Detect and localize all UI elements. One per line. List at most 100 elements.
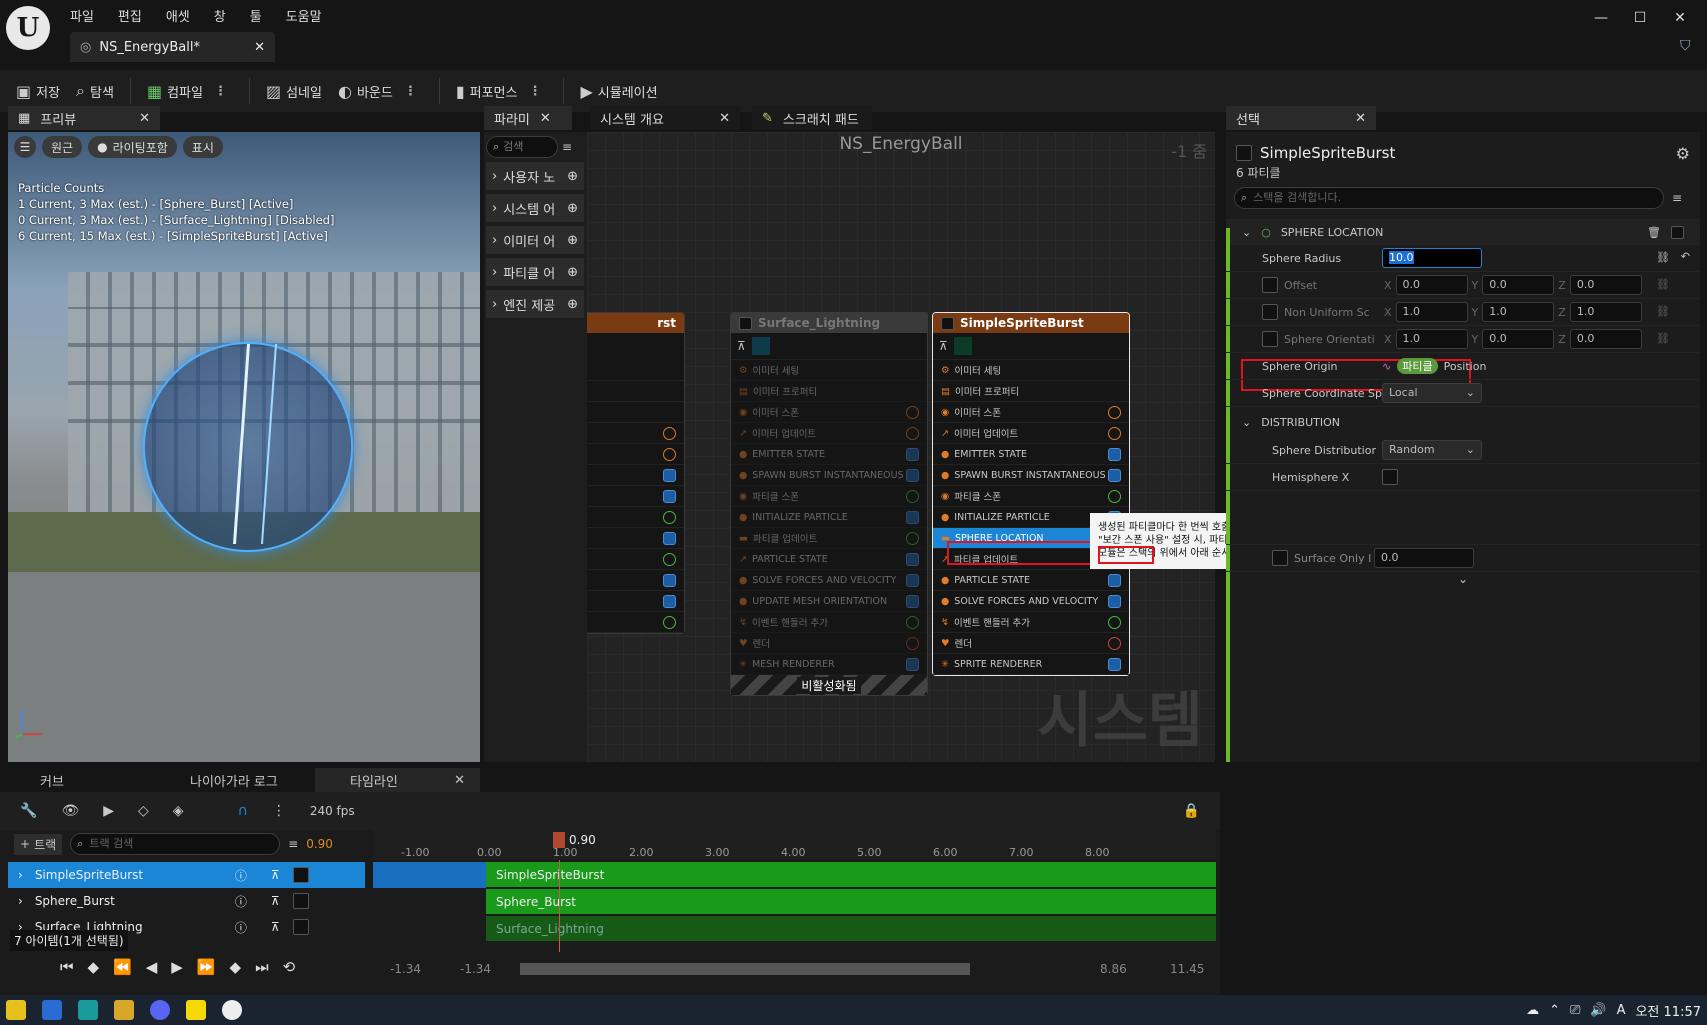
enable-checkbox[interactable] (906, 658, 919, 671)
menu-item[interactable]: 창 (214, 6, 226, 25)
vector-input[interactable]: 0.0 (1395, 275, 1468, 295)
sphere-radius-input[interactable]: 10.0 (1382, 248, 1482, 268)
chevron-right-icon[interactable]: › (18, 868, 23, 882)
stack-row[interactable] (587, 591, 684, 612)
vector-input[interactable]: 0.0 (1569, 275, 1642, 295)
add-icon[interactable]: ⊕ (567, 201, 578, 216)
sphere-location-header[interactable]: ⌄ ○ SPHERE LOCATION 🗑 (1226, 219, 1700, 245)
close-tab-icon[interactable]: ✕ (254, 40, 265, 55)
loop-icon[interactable]: ⟲ (283, 958, 296, 976)
enable-checkbox[interactable] (1108, 574, 1121, 587)
vector-input[interactable]: 0.0 (1569, 329, 1642, 349)
add-module-icon[interactable] (906, 490, 919, 503)
stack-row[interactable]: E (587, 528, 684, 549)
emitter-node-sphere-burst[interactable]: rst INSTANTANEOUS TICLE EAND VELOCITY R (587, 312, 685, 634)
eye-icon[interactable]: 👁 (61, 803, 79, 819)
vector-input[interactable]: 1.0 (1569, 302, 1642, 322)
stack-row[interactable]: ● PARTICLE STATE (933, 570, 1129, 591)
stack-row[interactable]: ↗ 이미터 업데이트 (933, 423, 1129, 444)
enable-checkbox[interactable] (941, 316, 954, 330)
pin-icon[interactable]: ⊼ (271, 894, 293, 908)
surface-input[interactable]: 0.0 (1374, 548, 1474, 568)
stack-row[interactable]: ● SPAWN BURST INSTANTANEOUS (731, 465, 927, 486)
menu-item[interactable]: 도움말 (286, 6, 322, 25)
stack-row[interactable] (587, 465, 684, 486)
enable-checkbox[interactable] (906, 511, 919, 524)
chat-icon[interactable] (186, 1000, 206, 1020)
reset-icon[interactable]: ↶ (1681, 250, 1690, 263)
link-icon[interactable]: ⛓ (1656, 251, 1670, 264)
add-module-icon[interactable] (663, 427, 676, 440)
vector-input[interactable]: 1.0 (1395, 329, 1468, 349)
add-module-icon[interactable] (1108, 637, 1121, 650)
track-row[interactable]: › SimpleSpriteBurst ⓘ ⊼ (8, 862, 365, 888)
module-enable-checkbox[interactable] (1671, 225, 1684, 239)
perspective-button[interactable]: 원근 (42, 136, 83, 158)
link-icon[interactable]: ⛓ (1656, 278, 1670, 291)
more-icon[interactable]: ⋮ (272, 803, 286, 819)
add-module-icon[interactable] (1108, 616, 1121, 629)
stack-row[interactable] (587, 381, 684, 402)
stack-row[interactable]: ↗ 이미터 업데이트 (731, 423, 927, 444)
curves-tab[interactable]: 커브 (0, 771, 160, 790)
track-bar[interactable]: SimpleSpriteBurst (486, 862, 1216, 887)
log-tab[interactable]: 나이아가라 로그 (160, 771, 315, 790)
bounds-button[interactable]: ◐ 바운드 ⋮ (330, 70, 431, 112)
enable-checkbox[interactable] (906, 448, 919, 461)
palette-category[interactable]: › 사용자 노 ⊕ (486, 162, 584, 190)
delete-icon[interactable]: 🗑 (1647, 226, 1661, 239)
add-module-icon[interactable] (663, 553, 676, 566)
stack-row[interactable] (587, 402, 684, 423)
track-enable-checkbox[interactable] (292, 919, 309, 935)
enable-checkbox[interactable] (739, 316, 752, 330)
override-checkbox[interactable] (1262, 277, 1278, 293)
thumbnail-button[interactable]: ▨ 섬네일 (258, 70, 330, 112)
next-key-icon[interactable]: ◆ (230, 958, 242, 976)
namespace-tag[interactable]: 파티클 (1397, 358, 1438, 374)
unreal-taskbar-icon[interactable] (222, 1000, 242, 1020)
override-checkbox[interactable] (1262, 304, 1278, 320)
add-module-icon[interactable] (663, 616, 676, 629)
menu-item[interactable]: 파일 (70, 6, 94, 25)
override-checkbox[interactable] (1262, 331, 1278, 347)
surface-checkbox[interactable] (1272, 550, 1288, 566)
stack-row[interactable] (587, 507, 684, 528)
stack-row[interactable]: ▤ 이미터 프로퍼티 (731, 381, 927, 402)
show-button[interactable]: 표시 (182, 136, 223, 158)
chevron-right-icon[interactable]: › (18, 894, 23, 908)
keyframe-icon[interactable]: ◈ (173, 803, 184, 819)
stack-row[interactable]: R (587, 612, 684, 633)
enable-checkbox[interactable] (663, 574, 676, 587)
range-scrollbar[interactable] (520, 963, 970, 975)
vector-input[interactable]: 1.0 (1395, 302, 1468, 322)
track-bar[interactable]: Surface_Lightning (486, 916, 1216, 941)
chevron-down-icon[interactable]: ⌄ (1242, 416, 1251, 429)
palette-category[interactable]: › 시스템 어 ⊕ (486, 194, 584, 222)
filter-icon[interactable]: ≡ (288, 837, 298, 851)
add-module-icon[interactable] (1108, 427, 1121, 440)
tray-icon[interactable]: ⌃ (1549, 1003, 1560, 1018)
enable-checkbox[interactable] (1108, 448, 1121, 461)
enable-checkbox[interactable] (663, 595, 676, 608)
go-start-icon[interactable]: ⏮ (60, 958, 74, 976)
stack-row[interactable]: ✳ SPRITE RENDERER (933, 654, 1129, 675)
viewport-menu-icon[interactable]: ☰ (14, 136, 36, 158)
add-icon[interactable]: ⊕ (567, 169, 578, 184)
track-bar[interactable]: Sphere_Burst (486, 889, 1216, 914)
info-icon[interactable]: ⓘ (235, 893, 271, 910)
menu-item[interactable]: 애셋 (166, 6, 190, 25)
add-module-icon[interactable] (1108, 490, 1121, 503)
prev-key-icon[interactable]: ◆ (88, 958, 100, 976)
enable-checkbox[interactable] (663, 490, 676, 503)
stack-row[interactable]: ⚙ 이미터 세팅 (731, 360, 927, 381)
pin-icon[interactable]: ⊼ (737, 339, 746, 353)
key-icon[interactable]: ◇ (138, 803, 149, 819)
chevron-down-icon[interactable]: ⌄ (1242, 226, 1251, 239)
enable-checkbox[interactable] (663, 532, 676, 545)
document-tab[interactable]: ◎ NS_EnergyBall* ✕ (70, 32, 275, 62)
pin-icon[interactable]: ⊼ (271, 920, 293, 934)
stack-row[interactable]: ♥ 렌더 (933, 633, 1129, 654)
stack-row[interactable] (587, 570, 684, 591)
enable-checkbox[interactable] (663, 469, 676, 482)
stack-row[interactable]: ● SPAWN BURST INSTANTANEOUS (933, 465, 1129, 486)
